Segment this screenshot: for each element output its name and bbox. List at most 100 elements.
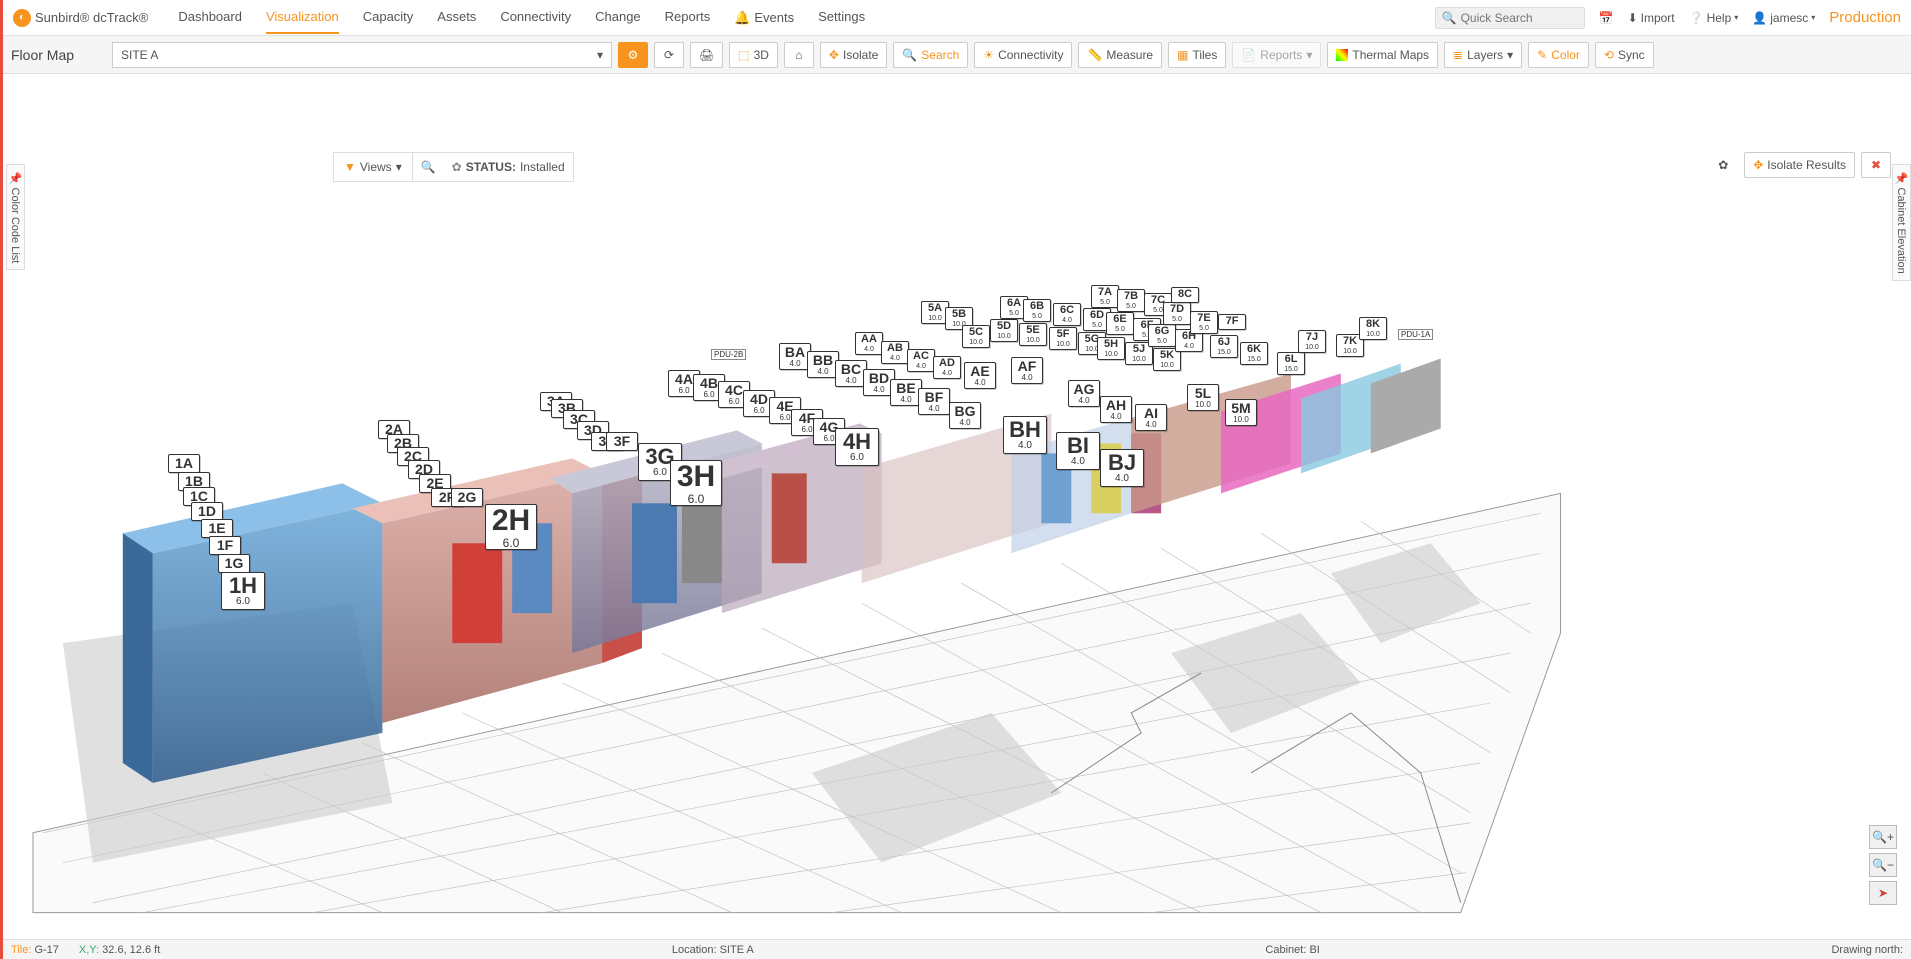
cabinet-label-1F[interactable]: 1F bbox=[209, 536, 241, 555]
nav-capacity[interactable]: Capacity bbox=[363, 1, 414, 34]
cabinet-label-7E[interactable]: 7E5.0 bbox=[1190, 311, 1218, 334]
cabinet-label-AG[interactable]: AG4.0 bbox=[1068, 380, 1100, 407]
connectivity-button[interactable]: ☀Connectivity bbox=[974, 42, 1072, 68]
cabinet-label-AC[interactable]: AC4.0 bbox=[907, 349, 935, 372]
cabinet-label-2G[interactable]: 2G bbox=[451, 488, 483, 507]
cabinet-label-5H[interactable]: 5H10.0 bbox=[1097, 337, 1125, 360]
cabinet-label-1H[interactable]: 1H6.0 bbox=[221, 572, 265, 610]
cabinet-label-BH[interactable]: BH4.0 bbox=[1003, 416, 1047, 454]
nav-connectivity[interactable]: Connectivity bbox=[500, 1, 571, 34]
gear-icon: ✿ bbox=[452, 160, 462, 174]
calendar-icon[interactable]: 📅 bbox=[1599, 11, 1614, 25]
measure-button[interactable]: 📏Measure bbox=[1078, 42, 1162, 68]
nav-dashboard[interactable]: Dashboard bbox=[178, 1, 242, 34]
cabinet-label-7F[interactable]: 7F bbox=[1218, 314, 1246, 330]
import-button[interactable]: ⬇ Import bbox=[1628, 11, 1675, 25]
nav-settings[interactable]: Settings bbox=[818, 1, 865, 34]
cabinet-label-BG[interactable]: BG4.0 bbox=[949, 402, 981, 429]
sync-button[interactable]: ⟲Sync bbox=[1595, 42, 1654, 68]
cabinet-label-1G[interactable]: 1G bbox=[218, 554, 250, 573]
nav-reports[interactable]: Reports bbox=[665, 1, 711, 34]
quick-search[interactable]: 🔍 bbox=[1435, 7, 1585, 29]
compass-button[interactable]: ➤ bbox=[1869, 881, 1897, 905]
cabinet-label-1D[interactable]: 1D bbox=[191, 502, 223, 521]
zoom-in-button[interactable]: 🔍+ bbox=[1869, 825, 1897, 849]
thermal-maps-button[interactable]: Thermal Maps bbox=[1327, 42, 1438, 68]
cabinet-label-5M[interactable]: 5M10.0 bbox=[1225, 399, 1257, 426]
cabinet-label-8C[interactable]: 8C bbox=[1171, 287, 1199, 303]
cabinet-label-6L[interactable]: 6L15.0 bbox=[1277, 352, 1305, 375]
cabinet-label-1A[interactable]: 1A bbox=[168, 454, 200, 473]
user-menu[interactable]: 👤 jamesc ▾ bbox=[1752, 11, 1815, 25]
cabinet-label-6J[interactable]: 6J15.0 bbox=[1210, 335, 1238, 358]
pdu-label-PDU-2B[interactable]: PDU-2B bbox=[711, 349, 746, 360]
cabinet-label-6K[interactable]: 6K15.0 bbox=[1240, 342, 1268, 365]
layers-button[interactable]: ≣Layers ▾ bbox=[1444, 42, 1522, 68]
cabinet-label-BI[interactable]: BI4.0 bbox=[1056, 432, 1100, 470]
print-icon: 🖨 bbox=[699, 48, 714, 62]
cabinet-label-AI[interactable]: AI4.0 bbox=[1135, 404, 1167, 431]
site-select[interactable]: SITE A ▾ bbox=[112, 42, 612, 68]
refresh-button[interactable]: ⟳ bbox=[654, 42, 684, 68]
cabinet-label-AA[interactable]: AA4.0 bbox=[855, 332, 883, 355]
cabinet-label-7B[interactable]: 7B5.0 bbox=[1117, 289, 1145, 312]
cabinet-label-3H[interactable]: 3H6.0 bbox=[670, 460, 722, 506]
nav-change[interactable]: Change bbox=[595, 1, 641, 34]
cabinet-label-3F[interactable]: 3F bbox=[606, 432, 638, 451]
cabinet-label-AB[interactable]: AB4.0 bbox=[881, 341, 909, 364]
isolate-button[interactable]: ✥Isolate bbox=[820, 42, 887, 68]
cabinet-label-AH[interactable]: AH4.0 bbox=[1100, 396, 1132, 423]
floor-map-canvas[interactable]: ▼ Views ▾ 🔍 ✿ STATUS: Installed ✿ ✥Isola… bbox=[3, 74, 1911, 939]
cabinet-label-5D[interactable]: 5D10.0 bbox=[990, 319, 1018, 342]
zoom-out-button[interactable]: 🔍− bbox=[1869, 853, 1897, 877]
cabinet-label: Cabinet: bbox=[1265, 944, 1306, 956]
cabinet-label-5C[interactable]: 5C10.0 bbox=[962, 325, 990, 348]
cabinet-label-2H[interactable]: 2H6.0 bbox=[485, 504, 537, 550]
cabinet-label-AD[interactable]: AD4.0 bbox=[933, 356, 961, 379]
cabinet-label-7A[interactable]: 7A5.0 bbox=[1091, 285, 1119, 308]
quick-search-input[interactable] bbox=[1461, 11, 1578, 25]
cabinet-label-7J[interactable]: 7J10.0 bbox=[1298, 330, 1326, 353]
views-menu[interactable]: ▼ Views ▾ bbox=[334, 153, 413, 181]
tiles-button[interactable]: ▦Tiles bbox=[1168, 42, 1226, 68]
nav-assets[interactable]: Assets bbox=[437, 1, 476, 34]
home-button[interactable]: ⌂ bbox=[784, 42, 814, 68]
main-nav: Dashboard Visualization Capacity Assets … bbox=[178, 1, 865, 34]
settings-gear-button[interactable]: ⚙ bbox=[618, 42, 648, 68]
thermal-icon bbox=[1336, 49, 1348, 61]
print-button[interactable]: 🖨 bbox=[690, 42, 723, 68]
nav-events[interactable]: 🔔Events bbox=[734, 1, 794, 34]
cabinet-label-6E[interactable]: 6E5.0 bbox=[1106, 312, 1134, 335]
color-button[interactable]: ✎Color bbox=[1528, 42, 1589, 68]
location-value: SITE A bbox=[720, 944, 754, 956]
cabinet-label-5F[interactable]: 5F10.0 bbox=[1049, 327, 1077, 350]
isolate-results-button[interactable]: ✥Isolate Results bbox=[1744, 152, 1855, 178]
cabinet-label-AE[interactable]: AE4.0 bbox=[964, 362, 996, 389]
cabinet-label-8K[interactable]: 8K10.0 bbox=[1359, 317, 1387, 340]
cabinet-label-1E[interactable]: 1E bbox=[201, 519, 233, 538]
filter-search-icon[interactable]: 🔍 bbox=[413, 160, 444, 174]
cabinet-label-BJ[interactable]: BJ4.0 bbox=[1100, 449, 1144, 487]
cabinet-label-5E[interactable]: 5E10.0 bbox=[1019, 323, 1047, 346]
3d-button[interactable]: ⬚3D bbox=[729, 42, 778, 68]
filter-settings-icon[interactable]: ✿ bbox=[1708, 152, 1738, 178]
cabinet-label-BF[interactable]: BF4.0 bbox=[918, 388, 950, 415]
cabinet-label-6C[interactable]: 6C4.0 bbox=[1053, 303, 1081, 326]
chevron-down-icon: ▾ bbox=[396, 160, 402, 174]
sync-icon: ⟲ bbox=[1604, 48, 1614, 62]
cabinet-label-6G[interactable]: 6G5.0 bbox=[1148, 324, 1176, 347]
cabinet-label-AF[interactable]: AF4.0 bbox=[1011, 357, 1043, 384]
pdu-label-PDU-1A[interactable]: PDU-1A bbox=[1398, 329, 1433, 340]
reports-button[interactable]: 📄Reports ▾ bbox=[1232, 42, 1321, 68]
cabinet-label-6B[interactable]: 6B5.0 bbox=[1023, 299, 1051, 322]
env-label: Production bbox=[1829, 9, 1901, 26]
cabinet-label-5L[interactable]: 5L10.0 bbox=[1187, 384, 1219, 411]
search-button[interactable]: 🔍Search bbox=[893, 42, 968, 68]
help-menu[interactable]: ❔ Help ▾ bbox=[1689, 11, 1739, 25]
cabinet-label-4H[interactable]: 4H6.0 bbox=[835, 428, 879, 466]
cabinet-label-7D[interactable]: 7D5.0 bbox=[1163, 302, 1191, 325]
clear-filter-button[interactable]: ✖ bbox=[1861, 152, 1891, 178]
status-filter[interactable]: ✿ STATUS: Installed bbox=[444, 160, 573, 174]
bell-icon: 🔔 bbox=[734, 10, 750, 26]
nav-visualization[interactable]: Visualization bbox=[266, 1, 339, 34]
